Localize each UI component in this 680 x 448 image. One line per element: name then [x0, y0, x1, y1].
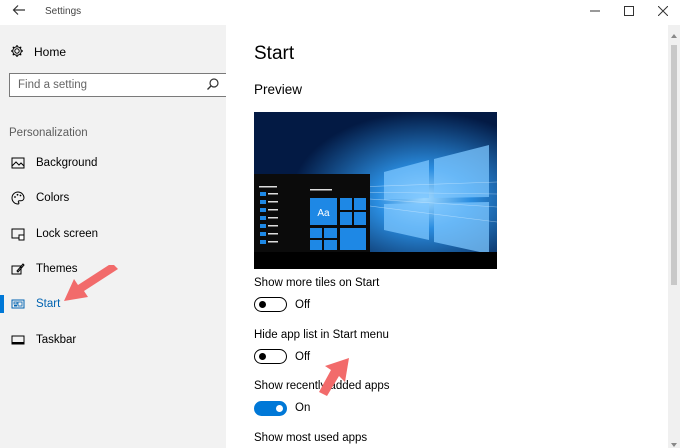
- minimize-icon[interactable]: [580, 3, 610, 21]
- back-arrow-icon[interactable]: [10, 3, 28, 21]
- gear-icon: [10, 44, 24, 61]
- sidebar-item-taskbar[interactable]: Taskbar: [0, 327, 226, 353]
- themes-icon: [11, 262, 25, 276]
- scrollbar[interactable]: [668, 25, 680, 448]
- toggle-knob: [259, 352, 266, 360]
- sidebar-item-label: Taskbar: [36, 334, 77, 346]
- sidebar-item-start[interactable]: Start: [0, 291, 226, 317]
- hide-app-list-label: Hide app list in Start menu: [254, 329, 389, 341]
- window-title: Settings: [45, 6, 82, 17]
- section-label: Personalization: [9, 127, 88, 139]
- show-more-tiles-toggle[interactable]: [254, 297, 287, 312]
- home-nav-item[interactable]: Home: [10, 43, 66, 61]
- hide-app-list-state: Off: [295, 351, 311, 363]
- background-icon: [11, 156, 25, 170]
- show-recently-added-toggle[interactable]: [254, 401, 287, 416]
- active-indicator: [0, 295, 4, 313]
- search-input[interactable]: Find a setting: [9, 73, 227, 97]
- show-more-tiles-state: Off: [295, 299, 311, 311]
- toggle-knob: [259, 300, 266, 308]
- taskbar-icon: [11, 333, 25, 347]
- sidebar-item-label: Lock screen: [36, 228, 99, 240]
- sidebar-item-label: Colors: [36, 192, 70, 204]
- show-most-used-label: Show most used apps: [254, 432, 368, 444]
- hide-app-list-toggle[interactable]: [254, 349, 287, 364]
- show-recently-added-label: Show recently added apps: [254, 380, 390, 392]
- sidebar-item-lock-screen[interactable]: Lock screen: [0, 221, 226, 247]
- sidebar-item-label: Background: [36, 157, 98, 169]
- preview-tile-label: Aa: [317, 208, 330, 219]
- home-label: Home: [34, 45, 67, 59]
- sidebar-item-label: Themes: [36, 263, 78, 275]
- search-placeholder: Find a setting: [18, 79, 88, 91]
- title-bar: Settings: [0, 0, 680, 25]
- colors-icon: [11, 191, 25, 205]
- main-content: Start Preview Aa Show more tiles on Star…: [226, 25, 668, 448]
- preview-heading: Preview: [254, 82, 303, 97]
- sidebar-item-background[interactable]: Background: [0, 150, 226, 176]
- search-icon[interactable]: [206, 77, 220, 91]
- show-more-tiles-label: Show more tiles on Start: [254, 277, 380, 289]
- show-recently-added-state: On: [295, 402, 311, 414]
- start-preview-image: Aa: [254, 112, 497, 269]
- start-icon: [11, 297, 25, 311]
- lock-screen-icon: [11, 227, 25, 241]
- scroll-down-icon[interactable]: [670, 436, 678, 447]
- scroll-up-icon[interactable]: [670, 27, 678, 38]
- sidebar-item-themes[interactable]: Themes: [0, 256, 226, 282]
- close-icon[interactable]: [648, 3, 678, 21]
- sidebar-item-label: Start: [36, 298, 61, 310]
- maximize-icon[interactable]: [614, 3, 644, 21]
- sidebar-item-colors[interactable]: Colors: [0, 185, 226, 211]
- page-title: Start: [254, 43, 295, 64]
- sidebar: Home Find a setting Personalization Back…: [0, 25, 227, 448]
- toggle-knob: [276, 405, 283, 412]
- scroll-thumb[interactable]: [671, 45, 677, 285]
